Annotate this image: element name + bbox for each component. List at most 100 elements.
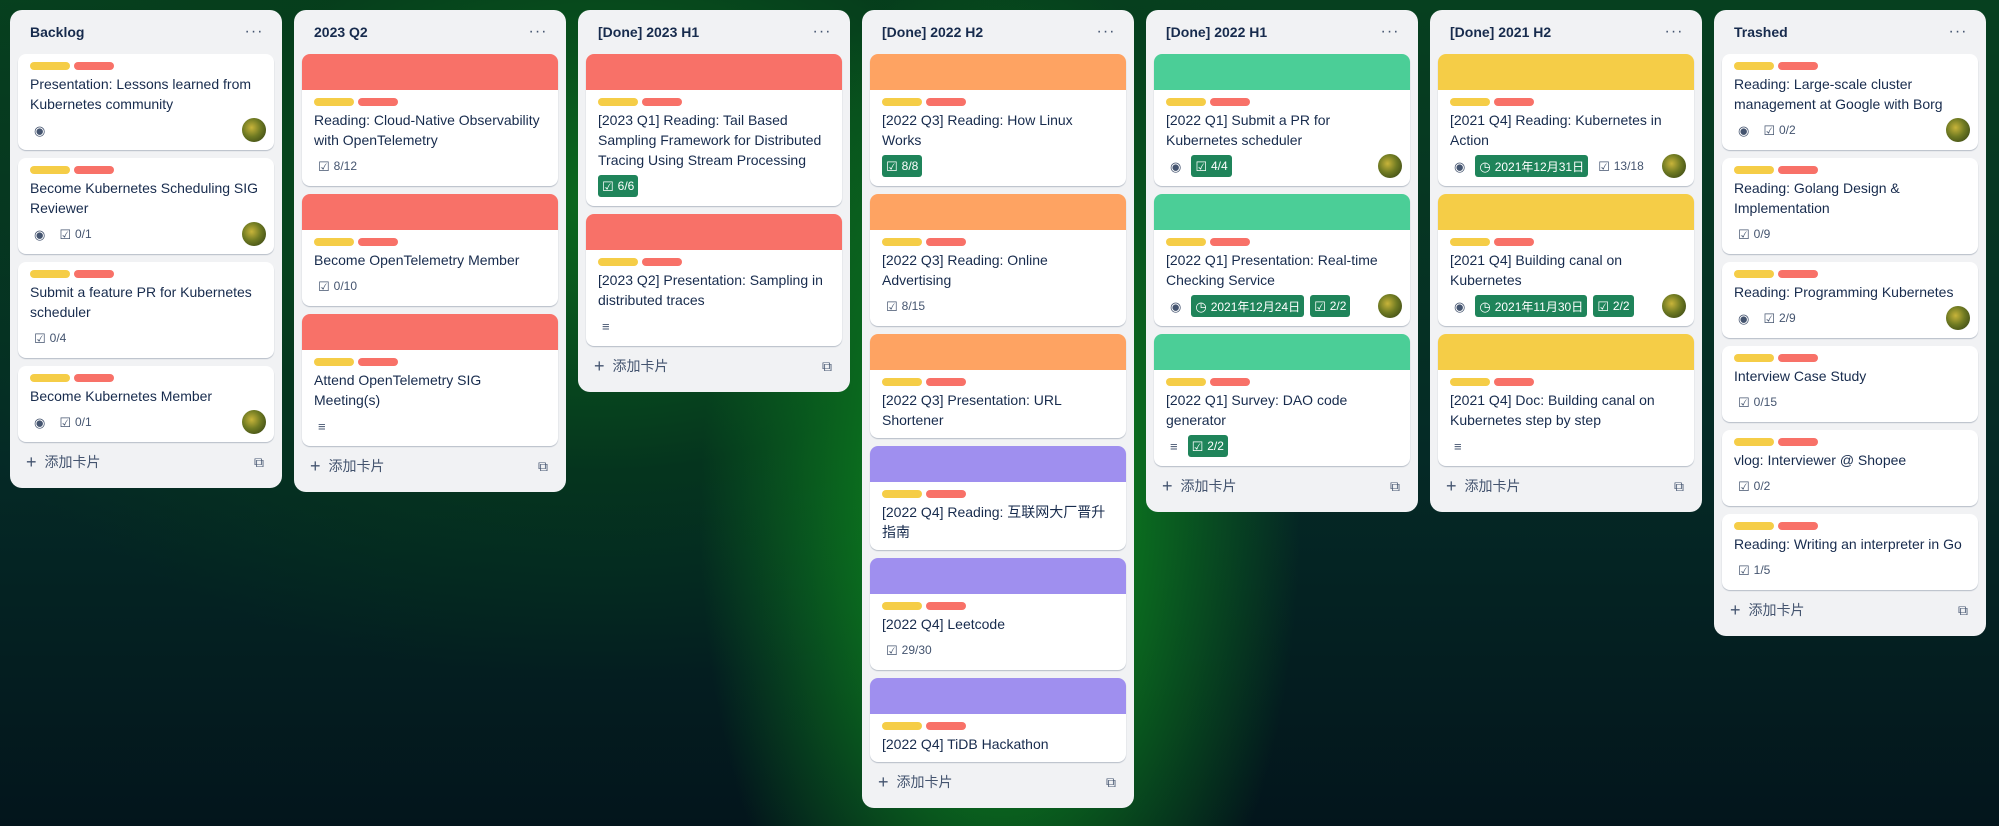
label-red[interactable] xyxy=(926,722,966,730)
label-yellow[interactable] xyxy=(1734,166,1774,174)
card[interactable]: [2021 Q4] Building canal on Kubernetes ◉ ◷… xyxy=(1438,194,1694,326)
card[interactable]: Interview Case Study ☑ 0/15 xyxy=(1722,346,1978,422)
template-icon[interactable]: ⧉ xyxy=(254,454,264,471)
label-red[interactable] xyxy=(1210,98,1250,106)
label-yellow[interactable] xyxy=(30,374,70,382)
card[interactable]: [2023 Q2] Presentation: Sampling in dist… xyxy=(586,214,842,346)
card[interactable]: Reading: Large-scale cluster management … xyxy=(1722,54,1978,150)
label-yellow[interactable] xyxy=(1734,270,1774,278)
label-yellow[interactable] xyxy=(882,98,922,106)
label-red[interactable] xyxy=(642,98,682,106)
label-red[interactable] xyxy=(1778,522,1818,530)
label-red[interactable] xyxy=(926,490,966,498)
more-icon[interactable]: ··· xyxy=(1662,23,1686,41)
label-yellow[interactable] xyxy=(30,270,70,278)
label-red[interactable] xyxy=(926,602,966,610)
template-icon[interactable]: ⧉ xyxy=(1390,478,1400,495)
add-card-button[interactable]: + 添加卡片 xyxy=(1162,476,1237,497)
label-red[interactable] xyxy=(1494,238,1534,246)
template-icon[interactable]: ⧉ xyxy=(1674,478,1684,495)
card[interactable]: [2022 Q3] Presentation: URL Shortener xyxy=(870,334,1126,438)
card[interactable]: [2022 Q1] Presentation: Real-time Checki… xyxy=(1154,194,1410,326)
label-red[interactable] xyxy=(1778,438,1818,446)
label-yellow[interactable] xyxy=(882,722,922,730)
label-yellow[interactable] xyxy=(598,258,638,266)
label-yellow[interactable] xyxy=(882,238,922,246)
label-red[interactable] xyxy=(358,238,398,246)
label-yellow[interactable] xyxy=(1166,238,1206,246)
label-red[interactable] xyxy=(1210,378,1250,386)
label-red[interactable] xyxy=(1494,378,1534,386)
template-icon[interactable]: ⧉ xyxy=(538,458,548,475)
label-red[interactable] xyxy=(74,270,114,278)
member-avatar[interactable] xyxy=(242,410,266,434)
card[interactable]: [2021 Q4] Reading: Kubernetes in Action ◉… xyxy=(1438,54,1694,186)
list-title[interactable]: [Done] 2021 H2 xyxy=(1450,24,1551,40)
add-card-button[interactable]: + 添加卡片 xyxy=(878,772,953,793)
member-avatar[interactable] xyxy=(1378,294,1402,318)
card[interactable]: [2021 Q4] Doc: Building canal on Kuberne… xyxy=(1438,334,1694,466)
more-icon[interactable]: ··· xyxy=(1946,23,1970,41)
card[interactable]: Attend OpenTelemetry SIG Meeting(s) ≡ xyxy=(302,314,558,446)
template-icon[interactable]: ⧉ xyxy=(1958,602,1968,619)
label-yellow[interactable] xyxy=(1734,62,1774,70)
add-card-button[interactable]: + 添加卡片 xyxy=(1730,600,1805,621)
card[interactable]: Reading: Cloud-Native Observability with… xyxy=(302,54,558,186)
template-icon[interactable]: ⧉ xyxy=(822,358,832,375)
label-red[interactable] xyxy=(358,98,398,106)
add-card-button[interactable]: + 添加卡片 xyxy=(594,356,669,377)
list-title[interactable]: Trashed xyxy=(1734,24,1788,40)
label-red[interactable] xyxy=(642,258,682,266)
card[interactable]: Reading: Golang Design & Implementation ☑… xyxy=(1722,158,1978,254)
card[interactable]: Reading: Programming Kubernetes ◉ ☑ 2/9 xyxy=(1722,262,1978,338)
label-red[interactable] xyxy=(1778,354,1818,362)
label-yellow[interactable] xyxy=(882,602,922,610)
label-red[interactable] xyxy=(926,378,966,386)
label-yellow[interactable] xyxy=(314,238,354,246)
label-yellow[interactable] xyxy=(882,490,922,498)
due-date-badge[interactable]: ◷ 2021年12月31日 xyxy=(1475,155,1589,177)
list-title[interactable]: [Done] 2023 H1 xyxy=(598,24,699,40)
template-icon[interactable]: ⧉ xyxy=(1106,774,1116,791)
label-yellow[interactable] xyxy=(30,62,70,70)
label-yellow[interactable] xyxy=(314,98,354,106)
more-icon[interactable]: ··· xyxy=(1378,23,1402,41)
card[interactable]: [2022 Q3] Reading: Online Advertising ☑ 8/… xyxy=(870,194,1126,326)
label-yellow[interactable] xyxy=(314,358,354,366)
label-red[interactable] xyxy=(74,374,114,382)
label-yellow[interactable] xyxy=(1450,238,1490,246)
add-card-button[interactable]: + 添加卡片 xyxy=(310,456,385,477)
list-title[interactable]: [Done] 2022 H2 xyxy=(882,24,983,40)
card[interactable]: Presentation: Lessons learned from Kuber… xyxy=(18,54,274,150)
label-yellow[interactable] xyxy=(1734,438,1774,446)
member-avatar[interactable] xyxy=(1946,306,1970,330)
label-red[interactable] xyxy=(74,62,114,70)
label-yellow[interactable] xyxy=(1734,354,1774,362)
label-yellow[interactable] xyxy=(882,378,922,386)
label-red[interactable] xyxy=(1210,238,1250,246)
label-red[interactable] xyxy=(358,358,398,366)
label-red[interactable] xyxy=(1778,270,1818,278)
label-yellow[interactable] xyxy=(1450,378,1490,386)
more-icon[interactable]: ··· xyxy=(242,23,266,41)
label-red[interactable] xyxy=(1778,166,1818,174)
member-avatar[interactable] xyxy=(1378,154,1402,178)
label-yellow[interactable] xyxy=(30,166,70,174)
card[interactable]: Reading: Writing an interpreter in Go ☑ 1/… xyxy=(1722,514,1978,590)
add-card-button[interactable]: + 添加卡片 xyxy=(1446,476,1521,497)
list-title[interactable]: [Done] 2022 H1 xyxy=(1166,24,1267,40)
label-yellow[interactable] xyxy=(1450,98,1490,106)
member-avatar[interactable] xyxy=(1662,294,1686,318)
label-red[interactable] xyxy=(74,166,114,174)
more-icon[interactable]: ··· xyxy=(810,23,834,41)
card[interactable]: [2022 Q1] Submit a PR for Kubernetes sch… xyxy=(1154,54,1410,186)
label-yellow[interactable] xyxy=(1166,378,1206,386)
card[interactable]: Become Kubernetes Member ◉ ☑ 0/1 xyxy=(18,366,274,442)
card[interactable]: Submit a feature PR for Kubernetes sched… xyxy=(18,262,274,358)
label-yellow[interactable] xyxy=(598,98,638,106)
label-red[interactable] xyxy=(926,98,966,106)
more-icon[interactable]: ··· xyxy=(1094,23,1118,41)
label-red[interactable] xyxy=(1494,98,1534,106)
card[interactable]: [2022 Q4] Leetcode ☑ 29/30 xyxy=(870,558,1126,670)
label-red[interactable] xyxy=(1778,62,1818,70)
